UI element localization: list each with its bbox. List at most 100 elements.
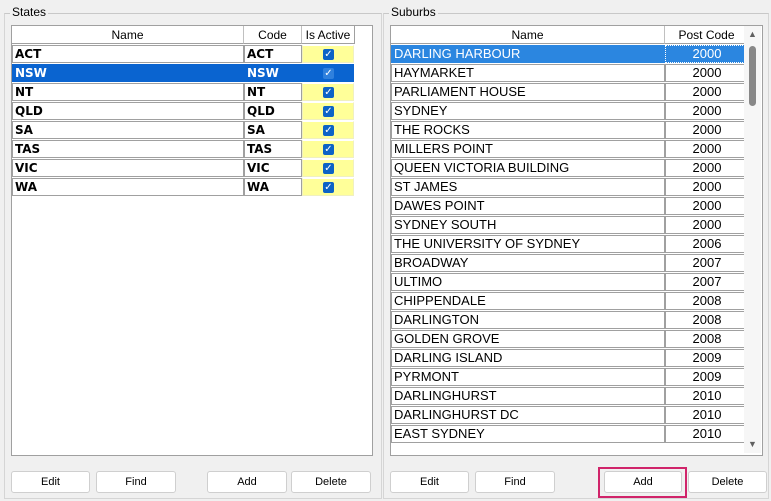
suburb-post-code-cell[interactable]: 2008 bbox=[665, 311, 749, 329]
state-name-cell[interactable]: NT bbox=[12, 83, 244, 101]
suburbs-row[interactable]: DARLING HARBOUR 2000 bbox=[391, 45, 749, 64]
suburb-name-cell[interactable]: EAST SYDNEY bbox=[391, 425, 665, 443]
state-code-cell[interactable]: WA bbox=[244, 178, 302, 196]
suburb-post-code-cell[interactable]: 2000 bbox=[665, 216, 749, 234]
suburbs-row[interactable]: CHIPPENDALE 2008 bbox=[391, 292, 749, 311]
state-name-cell[interactable]: TAS bbox=[12, 140, 244, 158]
state-code-cell[interactable]: NT bbox=[244, 83, 302, 101]
state-is-active-cell[interactable]: ✓ bbox=[302, 83, 354, 101]
state-is-active-cell[interactable]: ✓ bbox=[302, 102, 354, 120]
suburb-name-cell[interactable]: DARLING HARBOUR bbox=[391, 45, 665, 63]
suburbs-header-post-code[interactable]: Post Code bbox=[665, 26, 749, 44]
state-name-cell[interactable]: ACT bbox=[12, 45, 244, 63]
suburb-name-cell[interactable]: DAWES POINT bbox=[391, 197, 665, 215]
states-row[interactable]: ACT ACT ✓ bbox=[12, 45, 355, 64]
suburbs-row[interactable]: BROADWAY 2007 bbox=[391, 254, 749, 273]
suburb-name-cell[interactable]: CHIPPENDALE bbox=[391, 292, 665, 310]
state-code-cell[interactable]: TAS bbox=[244, 140, 302, 158]
suburbs-row[interactable]: HAYMARKET 2000 bbox=[391, 64, 749, 83]
suburb-post-code-cell[interactable]: 2000 bbox=[665, 45, 749, 63]
suburb-post-code-cell[interactable]: 2009 bbox=[665, 368, 749, 386]
scrollbar-thumb[interactable] bbox=[749, 46, 756, 106]
suburb-name-cell[interactable]: DARLINGHURST DC bbox=[391, 406, 665, 424]
suburb-post-code-cell[interactable]: 2007 bbox=[665, 254, 749, 272]
states-header-name[interactable]: Name bbox=[12, 26, 244, 44]
states-row[interactable]: NSW NSW ✓ bbox=[12, 64, 355, 83]
state-is-active-cell[interactable]: ✓ bbox=[302, 45, 354, 63]
suburbs-row[interactable]: EAST SYDNEY 2010 bbox=[391, 425, 749, 444]
suburb-post-code-cell[interactable]: 2000 bbox=[665, 121, 749, 139]
state-name-cell[interactable]: QLD bbox=[12, 102, 244, 120]
state-code-cell[interactable]: SA bbox=[244, 121, 302, 139]
checkmark-icon[interactable]: ✓ bbox=[323, 106, 334, 117]
checkmark-icon[interactable]: ✓ bbox=[323, 182, 334, 193]
states-delete-button[interactable]: Delete bbox=[291, 471, 371, 493]
states-row[interactable]: WA WA ✓ bbox=[12, 178, 355, 197]
checkmark-icon[interactable]: ✓ bbox=[323, 49, 334, 60]
states-grid[interactable]: Name Code Is Active ACT ACT ✓ NSW NSW ✓ NT NT ✓ Q… bbox=[11, 25, 373, 456]
state-name-cell[interactable]: VIC bbox=[12, 159, 244, 177]
suburbs-row[interactable]: THE ROCKS 2000 bbox=[391, 121, 749, 140]
state-is-active-cell[interactable]: ✓ bbox=[302, 140, 354, 158]
suburbs-row[interactable]: SYDNEY SOUTH 2000 bbox=[391, 216, 749, 235]
suburb-post-code-cell[interactable]: 2010 bbox=[665, 406, 749, 424]
checkmark-icon[interactable]: ✓ bbox=[323, 163, 334, 174]
suburbs-header-name[interactable]: Name bbox=[391, 26, 665, 44]
suburbs-row[interactable]: DARLING ISLAND 2009 bbox=[391, 349, 749, 368]
suburb-name-cell[interactable]: BROADWAY bbox=[391, 254, 665, 272]
suburb-name-cell[interactable]: DARLINGHURST bbox=[391, 387, 665, 405]
suburb-post-code-cell[interactable]: 2000 bbox=[665, 83, 749, 101]
state-code-cell[interactable]: NSW bbox=[244, 64, 302, 82]
state-code-cell[interactable]: QLD bbox=[244, 102, 302, 120]
suburb-post-code-cell[interactable]: 2008 bbox=[665, 292, 749, 310]
suburbs-scrollbar[interactable]: ▲ ▼ bbox=[744, 26, 761, 453]
suburb-name-cell[interactable]: ULTIMO bbox=[391, 273, 665, 291]
suburb-name-cell[interactable]: THE ROCKS bbox=[391, 121, 665, 139]
states-add-button[interactable]: Add bbox=[207, 471, 287, 493]
suburbs-row[interactable]: DARLINGHURST 2010 bbox=[391, 387, 749, 406]
suburbs-find-button[interactable]: Find bbox=[475, 471, 555, 493]
suburb-name-cell[interactable]: SYDNEY bbox=[391, 102, 665, 120]
suburb-name-cell[interactable]: MILLERS POINT bbox=[391, 140, 665, 158]
states-row[interactable]: TAS TAS ✓ bbox=[12, 140, 355, 159]
checkmark-icon[interactable]: ✓ bbox=[323, 144, 334, 155]
suburb-post-code-cell[interactable]: 2008 bbox=[665, 330, 749, 348]
state-name-cell[interactable]: WA bbox=[12, 178, 244, 196]
suburb-post-code-cell[interactable]: 2000 bbox=[665, 178, 749, 196]
state-code-cell[interactable]: ACT bbox=[244, 45, 302, 63]
suburb-name-cell[interactable]: PYRMONT bbox=[391, 368, 665, 386]
states-row[interactable]: SA SA ✓ bbox=[12, 121, 355, 140]
suburbs-edit-button[interactable]: Edit bbox=[390, 471, 469, 493]
suburbs-row[interactable]: PARLIAMENT HOUSE 2000 bbox=[391, 83, 749, 102]
suburbs-row[interactable]: DARLINGTON 2008 bbox=[391, 311, 749, 330]
suburb-name-cell[interactable]: THE UNIVERSITY OF SYDNEY bbox=[391, 235, 665, 253]
state-name-cell[interactable]: SA bbox=[12, 121, 244, 139]
checkmark-icon[interactable]: ✓ bbox=[323, 125, 334, 136]
checkmark-icon[interactable]: ✓ bbox=[323, 68, 334, 79]
state-name-cell[interactable]: NSW bbox=[12, 64, 244, 82]
suburb-post-code-cell[interactable]: 2009 bbox=[665, 349, 749, 367]
suburbs-row[interactable]: ST JAMES 2000 bbox=[391, 178, 749, 197]
states-edit-button[interactable]: Edit bbox=[11, 471, 90, 493]
suburb-post-code-cell[interactable]: 2010 bbox=[665, 387, 749, 405]
suburbs-row[interactable]: QUEEN VICTORIA BUILDING 2000 bbox=[391, 159, 749, 178]
checkmark-icon[interactable]: ✓ bbox=[323, 87, 334, 98]
state-is-active-cell[interactable]: ✓ bbox=[302, 121, 354, 139]
suburb-name-cell[interactable]: SYDNEY SOUTH bbox=[391, 216, 665, 234]
suburb-name-cell[interactable]: DARLINGTON bbox=[391, 311, 665, 329]
scroll-down-arrow-icon[interactable]: ▼ bbox=[744, 436, 761, 453]
state-is-active-cell[interactable]: ✓ bbox=[302, 178, 354, 196]
states-header-is-active[interactable]: Is Active bbox=[302, 26, 355, 44]
states-header-code[interactable]: Code bbox=[244, 26, 302, 44]
suburbs-row[interactable]: SYDNEY 2000 bbox=[391, 102, 749, 121]
suburb-post-code-cell[interactable]: 2000 bbox=[665, 159, 749, 177]
suburb-name-cell[interactable]: QUEEN VICTORIA BUILDING bbox=[391, 159, 665, 177]
suburbs-row[interactable]: DAWES POINT 2000 bbox=[391, 197, 749, 216]
suburbs-row[interactable]: PYRMONT 2009 bbox=[391, 368, 749, 387]
states-row[interactable]: VIC VIC ✓ bbox=[12, 159, 355, 178]
suburb-post-code-cell[interactable]: 2000 bbox=[665, 140, 749, 158]
states-row[interactable]: NT NT ✓ bbox=[12, 83, 355, 102]
suburb-post-code-cell[interactable]: 2007 bbox=[665, 273, 749, 291]
suburb-name-cell[interactable]: GOLDEN GROVE bbox=[391, 330, 665, 348]
suburb-name-cell[interactable]: HAYMARKET bbox=[391, 64, 665, 82]
